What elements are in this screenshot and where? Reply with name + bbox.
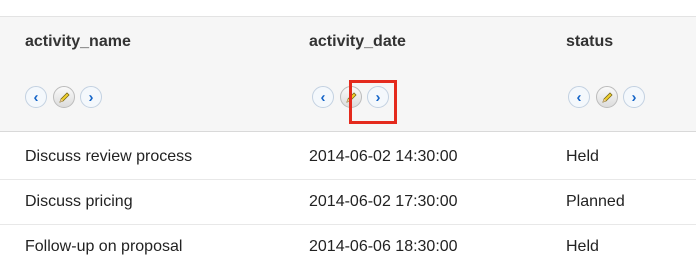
table-row[interactable]: Follow-up on proposal 2014-06-06 18:30:0… <box>0 225 696 269</box>
activity-grid: activity_name activity_date status ‹ › ‹ <box>0 0 696 255</box>
activity-date-cell: 2014-06-02 17:30:00 <box>309 193 458 210</box>
move-right-button[interactable]: › <box>623 86 645 108</box>
pencil-icon <box>58 91 70 103</box>
activity-name-cell: Discuss pricing <box>25 193 133 210</box>
table-row[interactable]: Discuss pricing 2014-06-02 17:30:00 Plan… <box>0 180 696 225</box>
column-header-activity-date[interactable]: activity_date <box>309 33 406 51</box>
activity-name-cell: Follow-up on proposal <box>25 238 183 255</box>
chevron-left-icon: ‹ <box>320 88 326 106</box>
activity-date-cell: 2014-06-02 14:30:00 <box>309 148 458 165</box>
move-left-button[interactable]: ‹ <box>25 86 47 108</box>
edit-column-button[interactable] <box>53 86 75 108</box>
column-header-status[interactable]: status <box>566 33 613 51</box>
column-header-activity-name[interactable]: activity_name <box>25 33 131 51</box>
move-left-button[interactable]: ‹ <box>568 86 590 108</box>
edit-button-highlight-box <box>349 80 397 124</box>
move-right-button[interactable]: › <box>80 86 102 108</box>
column-controls-row: ‹ › ‹ › ‹ › <box>0 64 696 132</box>
table-row[interactable]: Discuss review process 2014-06-02 14:30:… <box>0 135 696 180</box>
status-cell: Planned <box>566 193 625 210</box>
move-left-button[interactable]: ‹ <box>312 86 334 108</box>
column-header-row: activity_name activity_date status <box>0 16 696 65</box>
pencil-icon <box>601 91 613 103</box>
chevron-left-icon: ‹ <box>576 88 582 106</box>
status-cell: Held <box>566 238 599 255</box>
status-cell: Held <box>566 148 599 165</box>
chevron-right-icon: › <box>88 88 94 106</box>
activity-date-cell: 2014-06-06 18:30:00 <box>309 238 458 255</box>
chevron-left-icon: ‹ <box>33 88 39 106</box>
chevron-right-icon: › <box>631 88 637 106</box>
edit-column-button[interactable] <box>596 86 618 108</box>
activity-name-cell: Discuss review process <box>25 148 193 165</box>
